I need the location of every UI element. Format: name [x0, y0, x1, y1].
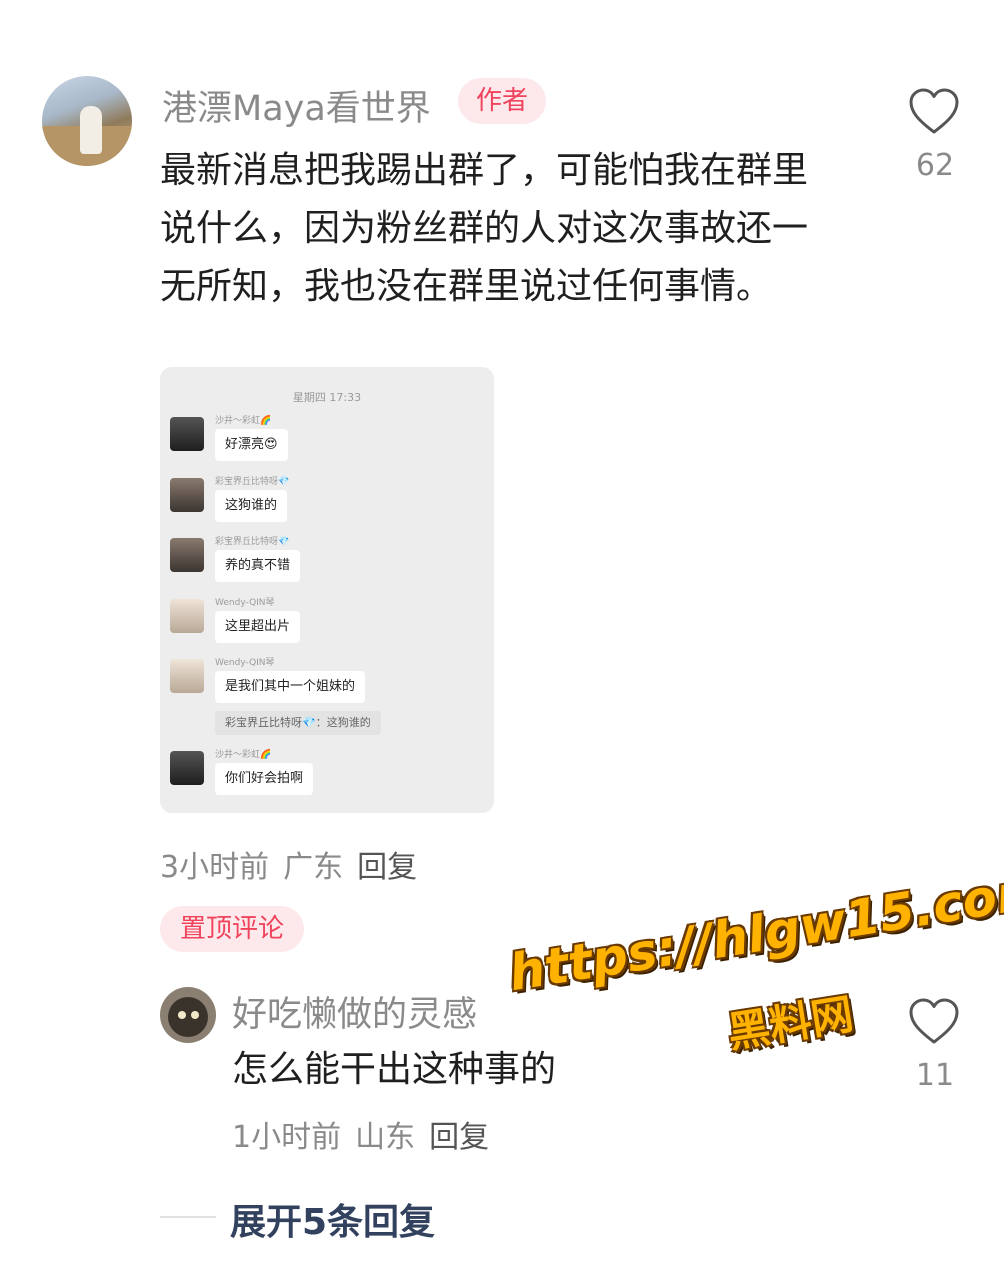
chat-avatar [170, 751, 204, 785]
chat-bubble: 好漂亮😍 [215, 429, 288, 461]
chat-avatar [170, 417, 204, 451]
divider [160, 1216, 216, 1218]
chat-bubble: 这狗谁的 [215, 490, 288, 522]
chat-bubble: 养的真不错 [215, 550, 301, 582]
chat-screenshot-image[interactable]: 星期四 17:33 沙井～彩虹🌈 好漂亮😍 彩宝界丘比特呀💎 这狗谁的 彩宝界丘… [160, 367, 494, 813]
user-avatar[interactable] [42, 76, 132, 166]
chat-sender: 彩宝界丘比特呀💎 [215, 477, 290, 487]
chat-bubble: 是我们其中一个姐妹的 [215, 671, 366, 703]
comment-meta: 3小时前 广东 回复 [160, 842, 431, 886]
chat-quote: 彩宝界丘比特呀💎：这狗谁的 [215, 711, 381, 735]
comment-time: 3小时前 [160, 850, 270, 885]
chat-avatar [170, 599, 204, 633]
chat-sender: 沙井～彩虹🌈 [215, 750, 272, 760]
like-button[interactable] [908, 998, 960, 1050]
chat-avatar [170, 478, 204, 512]
like-button[interactable] [908, 88, 960, 140]
chat-sender: Wendy-QIN琴 [215, 658, 275, 668]
watermark: https://hlgw15.com 黑料网 [505, 860, 1004, 1075]
chat-sender: 彩宝界丘比特呀💎 [215, 537, 290, 547]
watermark-url: https://hlgw15.com [505, 859, 1004, 1003]
chat-timestamp: 星期四 17:33 [292, 391, 362, 404]
comment-meta: 1小时前 山东 回复 [232, 1112, 503, 1156]
pinned-comment-badge: 置顶评论 [160, 906, 304, 952]
heart-icon [909, 88, 959, 134]
comment-location: 山东 [355, 1120, 416, 1155]
watermark-name: 黑料网 [724, 989, 857, 1058]
chat-bubble: 你们好会拍啊 [215, 763, 314, 795]
comment-username[interactable]: 好吃懒做的灵感 [232, 986, 477, 1037]
reply-button[interactable]: 回复 [357, 850, 417, 885]
author-badge: 作者 [458, 78, 546, 124]
like-count: 11 [915, 1058, 955, 1093]
comment-text: 怎么能干出这种事的 [232, 1049, 557, 1090]
chat-sender: 沙井～彩虹🌈 [215, 416, 272, 426]
reply-button[interactable]: 回复 [429, 1120, 489, 1155]
chat-bubble: 这里超出片 [215, 611, 301, 643]
user-avatar[interactable] [160, 987, 216, 1043]
comment-username[interactable]: 港漂Maya看世界 [162, 80, 431, 131]
chat-avatar [170, 659, 204, 693]
comment-text: 最新消息把我踢出群了，可能怕我在群里说什么，因为粉丝群的人对这次事故还一无所知，… [160, 150, 809, 307]
heart-icon [909, 998, 959, 1044]
chat-avatar [170, 538, 204, 572]
chat-sender: Wendy-QIN琴 [215, 598, 275, 608]
expand-replies-button[interactable]: 展开5条回复 [230, 1193, 435, 1245]
comment-time: 1小时前 [232, 1120, 342, 1155]
like-count: 62 [915, 148, 955, 183]
comment-location: 广东 [283, 850, 344, 885]
